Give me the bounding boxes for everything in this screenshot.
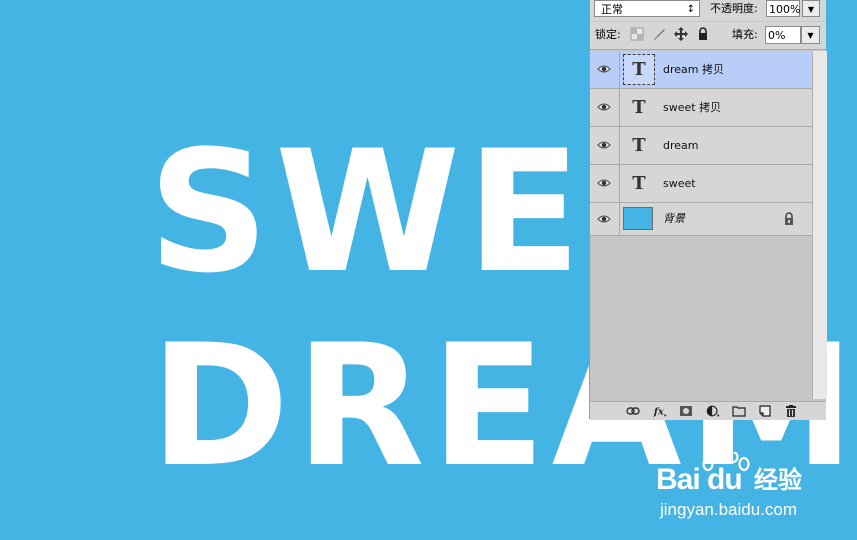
opacity-label: 不透明度: [710, 2, 758, 15]
visibility-eye-icon[interactable] [597, 213, 611, 225]
layer-name[interactable]: dream 拷贝 [663, 63, 724, 77]
layer-separator [619, 203, 620, 235]
trash-icon[interactable] [784, 404, 798, 418]
baidu-jingyan-watermark: Bai du 经验 jingyan.baidu.com [650, 452, 855, 537]
opacity-input[interactable]: 100% [766, 0, 800, 17]
baidu-logo-text: Bai du [656, 463, 743, 496]
updown-arrow-icon: ↕ [686, 4, 695, 15]
text-layer-thumbnail: T [623, 92, 655, 123]
link-icon[interactable] [626, 404, 640, 418]
mask-icon[interactable] [679, 404, 693, 418]
layer-separator [619, 127, 620, 164]
layer-list: T dream 拷贝 T sweet 拷贝 T dream T sweet 背景 [590, 51, 812, 236]
lock-fill-row: 锁定: 填充: 0% ▼ [590, 22, 826, 50]
fx-icon[interactable]: fx [653, 404, 667, 418]
watermark-url: jingyan.baidu.com [660, 500, 798, 519]
layer-name[interactable]: sweet [663, 177, 696, 191]
text-layer-t-icon: T [632, 173, 646, 194]
layer-name[interactable]: dream [663, 139, 699, 153]
adjustment-icon[interactable] [706, 404, 720, 418]
blend-mode-select[interactable]: 正常 ↕ [594, 0, 700, 17]
layer-name[interactable]: 背景 [663, 212, 685, 226]
text-layer-thumbnail: T [623, 130, 655, 161]
layer-row-background[interactable]: 背景 [590, 203, 812, 236]
visibility-eye-icon[interactable] [597, 139, 611, 151]
layer-row-sweet-copy[interactable]: T sweet 拷贝 [590, 89, 812, 127]
layer-options-row: 正常 ↕ 不透明度: 100% ▼ [590, 0, 826, 21]
new-layer-icon[interactable] [758, 404, 772, 418]
text-layer-t-icon: T [632, 59, 646, 80]
lock-transparent-pixels-icon[interactable] [630, 27, 644, 41]
text-layer-t-icon: T [632, 97, 646, 118]
layer-separator [619, 51, 620, 88]
layers-scrollbar[interactable] [812, 51, 827, 399]
fill-label: 填充: [732, 28, 758, 41]
opacity-dropdown-button[interactable]: ▼ [802, 0, 820, 17]
layer-row-dream-copy[interactable]: T dream 拷贝 [590, 51, 812, 89]
layer-row-dream[interactable]: T dream [590, 127, 812, 165]
jingyan-text: 经验 [754, 466, 802, 494]
visibility-eye-icon[interactable] [597, 63, 611, 75]
text-layer-t-icon: T [632, 135, 646, 156]
layer-name[interactable]: sweet 拷贝 [663, 101, 721, 115]
text-layer-thumbnail: T [623, 54, 655, 85]
lock-all-icon[interactable] [696, 27, 710, 41]
layers-footer-toolbar: fx [590, 401, 826, 420]
layer-lock-icon [785, 212, 793, 225]
blend-mode-value: 正常 [601, 3, 623, 16]
fill-dropdown-button[interactable]: ▼ [801, 26, 820, 44]
layer-row-sweet[interactable]: T sweet [590, 165, 812, 203]
text-layer-thumbnail: T [623, 168, 655, 199]
folder-icon[interactable] [732, 404, 746, 418]
svg-text:fx: fx [653, 407, 664, 418]
fill-input[interactable]: 0% [765, 26, 801, 44]
lock-image-pixels-brush-icon[interactable] [652, 27, 666, 41]
lock-label: 锁定: [595, 28, 621, 41]
background-layer-thumbnail [623, 207, 653, 230]
layers-panel: 正常 ↕ 不透明度: 100% ▼ 锁定: 填充: 0% ▼ T dream 拷… [589, 0, 827, 420]
layer-separator [619, 165, 620, 202]
layer-separator [619, 89, 620, 126]
visibility-eye-icon[interactable] [597, 177, 611, 189]
lock-position-move-icon[interactable] [674, 27, 688, 41]
visibility-eye-icon[interactable] [597, 101, 611, 113]
